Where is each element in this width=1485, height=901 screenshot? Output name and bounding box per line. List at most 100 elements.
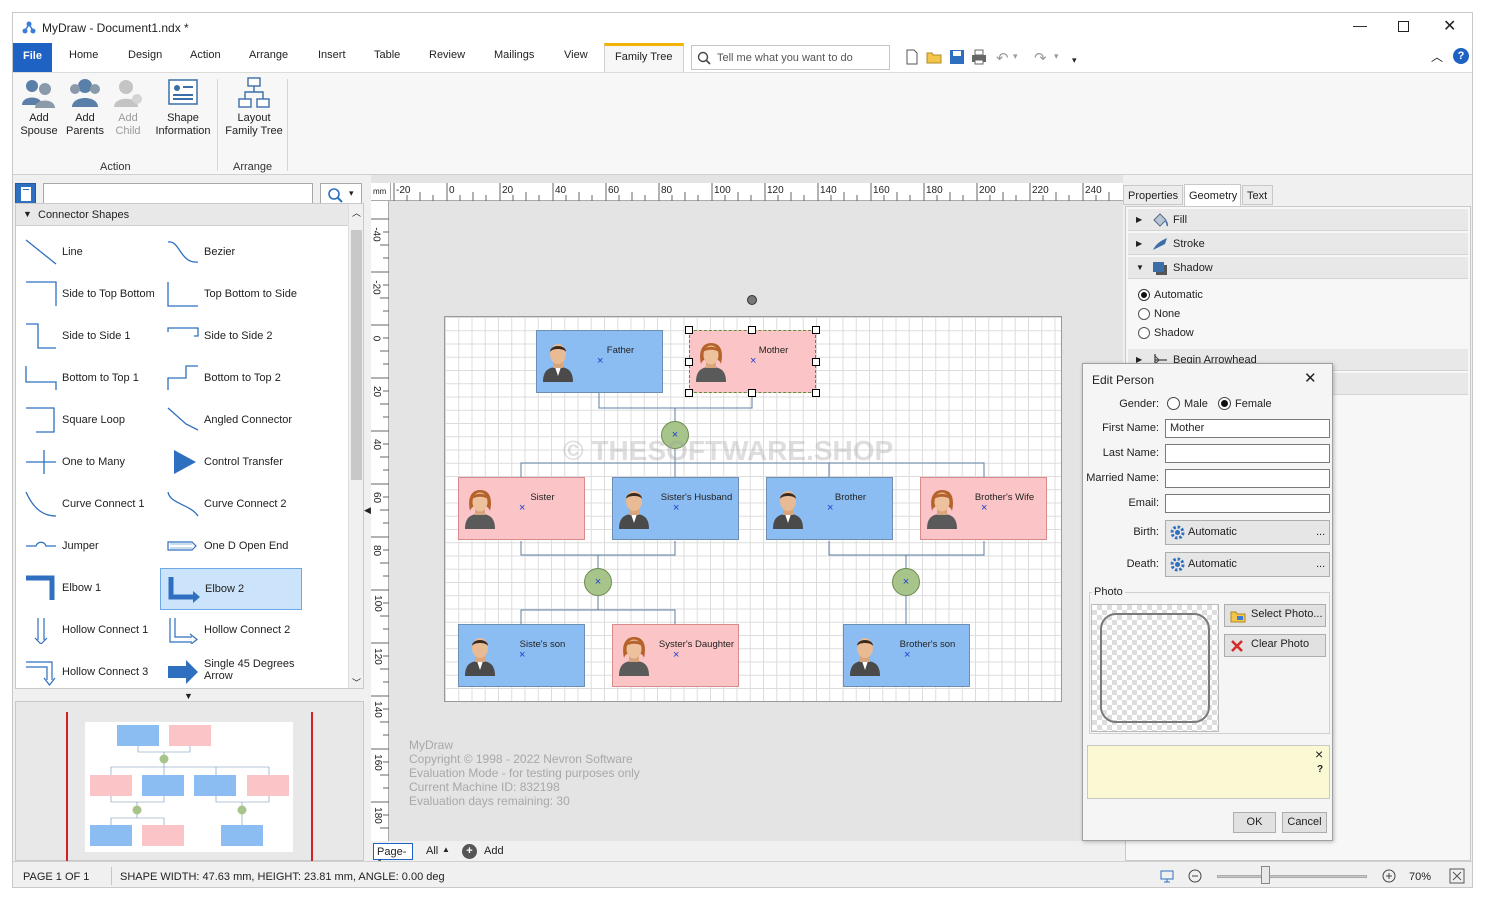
pan-zoom-overview[interactable]	[15, 701, 364, 862]
help-icon[interactable]: ?	[1453, 48, 1469, 64]
tab-table[interactable]: Table	[374, 49, 400, 69]
tell-me-search[interactable]: Tell me what you want to do	[691, 45, 890, 70]
tab-insert[interactable]: Insert	[318, 49, 346, 69]
stroke-section[interactable]: ▶ Stroke	[1128, 233, 1468, 255]
fill-section[interactable]: ▶ Fill	[1128, 209, 1468, 231]
shadow-none-radio[interactable]	[1138, 308, 1150, 320]
zoom-out-icon[interactable]	[1187, 868, 1203, 884]
shadow-automatic-radio[interactable]	[1138, 289, 1150, 301]
first-name-field[interactable]: Mother	[1165, 419, 1330, 438]
shape-square-loop[interactable]: Square Loop	[18, 400, 156, 440]
person-systers-daughter[interactable]: Syster's Daughter ×	[612, 624, 739, 687]
new-document-icon[interactable]	[905, 49, 919, 65]
fit-to-screen-icon[interactable]	[1159, 868, 1175, 884]
shape-curve-connect-2[interactable]: Curve Connect 2	[160, 484, 300, 524]
gender-female-radio[interactable]	[1218, 397, 1231, 410]
selection-handle[interactable]	[748, 389, 756, 397]
shape-elbow-2[interactable]: Elbow 2	[160, 568, 302, 610]
email-field[interactable]	[1165, 494, 1330, 513]
last-name-field[interactable]	[1165, 444, 1330, 463]
dialog-close-icon[interactable]: ✕	[1304, 369, 1317, 387]
scroll-down-icon[interactable]: ﹀	[352, 676, 361, 688]
tab-family-tree[interactable]: Family Tree	[604, 43, 684, 73]
redo-icon[interactable]: ↷	[1034, 49, 1047, 67]
selection-handle[interactable]	[812, 358, 820, 366]
scrollbar-thumb[interactable]	[351, 230, 362, 480]
shape-jumper[interactable]: Jumper	[18, 526, 156, 566]
collapse-ribbon-icon[interactable]: ︿	[1431, 48, 1443, 65]
photo-preview[interactable]	[1091, 604, 1219, 732]
print-icon[interactable]	[971, 49, 987, 65]
scroll-up-icon[interactable]: ︿	[352, 206, 361, 219]
shape-bottom-to-top-1[interactable]: Bottom to Top 1	[18, 358, 156, 398]
person-brothers-son[interactable]: Brother's son ×	[843, 624, 970, 687]
shape-hollow-connect-1[interactable]: Hollow Connect 1	[18, 610, 156, 650]
tab-design[interactable]: Design	[128, 49, 162, 69]
person-sister[interactable]: Sister ×	[458, 477, 585, 540]
shape-angled-connector[interactable]: Angled Connector	[160, 400, 300, 440]
redo-dropdown-icon[interactable]: ▾	[1054, 51, 1059, 62]
save-icon[interactable]	[949, 49, 965, 65]
add-page-button[interactable]: Add	[484, 845, 504, 857]
zoom-slider-thumb[interactable]	[1261, 866, 1270, 884]
shape-side-to-side-1[interactable]: Side to Side 1	[18, 316, 156, 356]
add-parents-button[interactable]: Add Parents	[64, 77, 106, 138]
splitter-arrow-icon[interactable]: ▼	[184, 691, 193, 701]
shape-bezier[interactable]: Bezier	[160, 232, 300, 272]
diagram-page[interactable]: Father × Mother × × Sister × Sister's Husba…	[444, 316, 1062, 702]
tab-home[interactable]: Home	[69, 49, 98, 69]
connector-shapes-header[interactable]: ▼ Connector Shapes	[16, 204, 350, 226]
rotation-handle[interactable]	[747, 295, 757, 305]
person-brothers-wife[interactable]: Brother's Wife ×	[920, 477, 1047, 540]
zoom-slider-track[interactable]	[1217, 875, 1367, 878]
selection-handle[interactable]	[685, 389, 693, 397]
shape-one-d-open-end[interactable]: One D Open End	[160, 526, 300, 566]
tab-view[interactable]: View	[564, 49, 588, 69]
library-book-button[interactable]	[15, 183, 36, 204]
undo-dropdown-icon[interactable]: ▾	[1013, 51, 1018, 62]
person-sisters-husband[interactable]: Sister's Husband ×	[612, 477, 739, 540]
layout-family-tree-button[interactable]: Layout Family Tree	[222, 77, 286, 138]
shadow-shadow-radio[interactable]	[1138, 327, 1150, 339]
notes-close-icon[interactable]: ×	[1315, 746, 1323, 762]
birth-date-picker[interactable]: Automatic ...	[1165, 520, 1330, 545]
union-node-sister[interactable]: ×	[584, 568, 612, 596]
shape-top-bottom-to-side[interactable]: Top Bottom to Side	[160, 274, 300, 314]
tab-properties[interactable]: Properties	[1123, 185, 1183, 205]
clear-photo-button[interactable]: Clear Photo	[1224, 634, 1326, 657]
shape-hollow-connect-3[interactable]: Hollow Connect 3	[18, 652, 156, 688]
maximize-icon[interactable]	[1398, 21, 1409, 32]
tab-mailings[interactable]: Mailings	[494, 49, 534, 69]
notes-help-icon[interactable]: ?	[1317, 764, 1323, 775]
shape-curve-connect-1[interactable]: Curve Connect 1	[18, 484, 156, 524]
shape-line[interactable]: Line	[18, 232, 156, 272]
customize-toolbar-icon[interactable]: ▾	[1072, 55, 1077, 66]
all-pages-dropdown-icon[interactable]: ▲	[442, 845, 450, 854]
shape-control-transfer[interactable]: Control Transfer	[160, 442, 300, 482]
ok-button[interactable]: OK	[1233, 812, 1276, 833]
person-brother[interactable]: Brother ×	[766, 477, 893, 540]
gender-male-radio[interactable]	[1167, 397, 1180, 410]
person-father[interactable]: Father ×	[536, 330, 663, 393]
select-photo-button[interactable]: Select Photo...	[1224, 604, 1326, 627]
tab-text[interactable]: Text	[1242, 185, 1273, 205]
add-page-icon[interactable]: +	[462, 844, 477, 859]
add-child-button[interactable]: Add Child	[109, 77, 147, 138]
cancel-button[interactable]: Cancel	[1282, 812, 1327, 833]
selection-handle[interactable]	[812, 389, 820, 397]
notes-area[interactable]: × ?	[1087, 745, 1330, 799]
person-mother[interactable]: Mother ×	[689, 330, 816, 393]
selection-handle[interactable]	[685, 358, 693, 366]
zoom-level[interactable]: 70%	[1409, 871, 1431, 883]
shape-side-to-side-2[interactable]: Side to Side 2	[160, 316, 300, 356]
add-spouse-button[interactable]: Add Spouse	[16, 77, 62, 138]
shape-single-45-degrees-arrow[interactable]: Single 45 Degrees Arrow	[160, 652, 300, 688]
minimize-icon[interactable]: —	[1353, 17, 1367, 33]
tab-geometry[interactable]: Geometry	[1184, 184, 1241, 206]
selection-handle[interactable]	[812, 326, 820, 334]
shape-elbow-1[interactable]: Elbow 1	[18, 568, 156, 608]
shape-one-to-many[interactable]: One to Many	[18, 442, 156, 482]
tab-arrange[interactable]: Arrange	[249, 49, 288, 69]
shape-information-button[interactable]: Shape Information	[152, 77, 214, 138]
death-date-picker[interactable]: Automatic ...	[1165, 552, 1330, 577]
